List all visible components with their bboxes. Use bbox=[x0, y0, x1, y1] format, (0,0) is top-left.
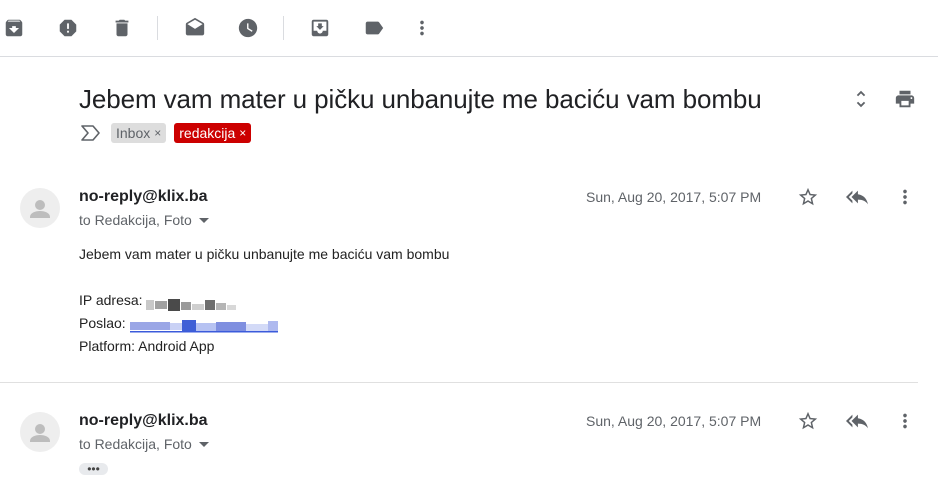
label-chip-redakcija[interactable]: redakcija × bbox=[174, 123, 252, 143]
expand-collapse-icon[interactable] bbox=[847, 85, 875, 113]
archive-icon[interactable] bbox=[0, 14, 28, 42]
recipients-text: to Redakcija, Foto bbox=[79, 212, 192, 228]
more-vert-icon[interactable] bbox=[892, 184, 918, 210]
toolbar-separator bbox=[283, 16, 284, 40]
labels-row: Inbox × redakcija × bbox=[79, 123, 252, 143]
sender-email-line: Poslao: bbox=[79, 312, 280, 335]
recipients-line: to Redakcija, Foto bbox=[79, 212, 209, 228]
ip-address-label: IP adresa: bbox=[79, 292, 143, 308]
recipients-text: to Redakcija, Foto bbox=[79, 436, 192, 452]
toolbar-separator bbox=[157, 16, 158, 40]
delete-icon[interactable] bbox=[108, 14, 136, 42]
message-divider bbox=[0, 382, 918, 383]
sender-name[interactable]: no-reply@klix.ba bbox=[79, 188, 208, 206]
remove-label-icon[interactable]: × bbox=[239, 126, 246, 140]
reply-all-icon[interactable] bbox=[844, 408, 870, 434]
more-vert-icon[interactable] bbox=[408, 14, 436, 42]
platform-line: Platform: Android App bbox=[79, 338, 215, 354]
message-body-line: Jebem vam mater u pičku unbanujte me bac… bbox=[79, 246, 450, 262]
mark-unread-icon[interactable] bbox=[181, 14, 209, 42]
toolbar bbox=[0, 0, 938, 57]
avatar bbox=[20, 188, 60, 228]
email-subject: Jebem vam mater u pičku unbanujte me bac… bbox=[79, 84, 762, 114]
snooze-icon[interactable] bbox=[234, 14, 262, 42]
print-icon[interactable] bbox=[891, 85, 919, 113]
sender-email-label: Poslao: bbox=[79, 315, 126, 331]
label-chip-text: Inbox bbox=[116, 125, 151, 141]
report-spam-icon[interactable] bbox=[54, 14, 82, 42]
chevron-down-icon[interactable] bbox=[198, 217, 209, 223]
ip-address-line: IP adresa: bbox=[79, 289, 238, 312]
redacted-ip bbox=[146, 295, 238, 312]
avatar bbox=[20, 412, 60, 452]
remove-label-icon[interactable]: × bbox=[154, 126, 161, 140]
label-icon[interactable] bbox=[360, 14, 388, 42]
chevron-down-icon[interactable] bbox=[198, 441, 209, 447]
message-date: Sun, Aug 20, 2017, 5:07 PM bbox=[586, 413, 762, 429]
label-chip-inbox[interactable]: Inbox × bbox=[111, 123, 167, 143]
label-chip-text: redakcija bbox=[179, 125, 236, 141]
reply-all-icon[interactable] bbox=[844, 184, 870, 210]
star-icon[interactable] bbox=[795, 184, 821, 210]
importance-marker-icon[interactable] bbox=[79, 123, 103, 143]
more-vert-icon[interactable] bbox=[892, 408, 918, 434]
show-trimmed-content-button[interactable]: ••• bbox=[79, 463, 108, 475]
recipients-line: to Redakcija, Foto bbox=[79, 436, 209, 452]
move-to-icon[interactable] bbox=[306, 14, 334, 42]
redacted-email-link[interactable] bbox=[129, 318, 280, 333]
sender-name[interactable]: no-reply@klix.ba bbox=[79, 412, 208, 430]
star-icon[interactable] bbox=[795, 408, 821, 434]
message-date: Sun, Aug 20, 2017, 5:07 PM bbox=[586, 189, 762, 205]
